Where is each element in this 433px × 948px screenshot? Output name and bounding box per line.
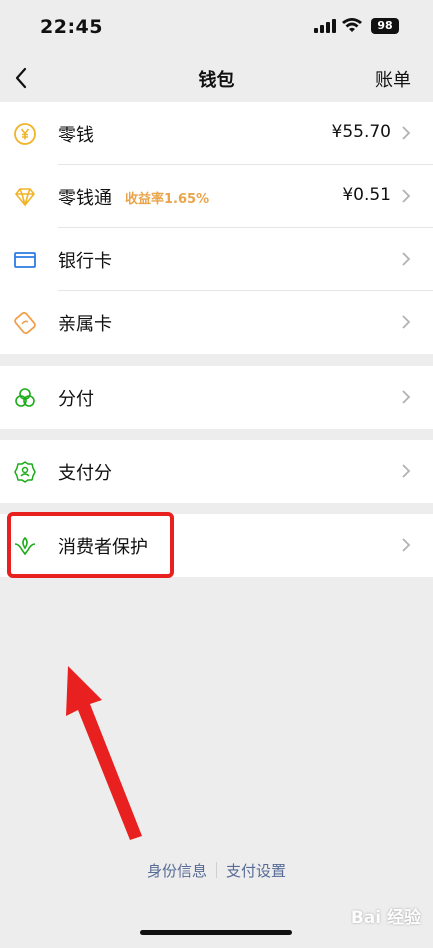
- chevron-right-icon: [402, 390, 411, 404]
- red-arrow-annotation: [66, 666, 142, 840]
- pay-score-group: 支付分: [0, 440, 433, 503]
- wallet-main-group: 零钱 ¥55.70 零钱通 收益率1.65% ¥0.51 银行卡 亲属卡: [0, 102, 433, 354]
- nav-bar: 钱包 账单: [0, 56, 433, 100]
- bank-card-label: 银行卡: [58, 251, 112, 272]
- pay-score-icon: [14, 461, 36, 483]
- chevron-right-icon: [402, 538, 411, 552]
- chevron-right-icon: [402, 464, 411, 478]
- family-card-icon: [14, 311, 36, 335]
- diamond-icon: [15, 188, 35, 206]
- bank-card-icon: [14, 252, 36, 268]
- fenfu-group: 分付: [0, 366, 433, 429]
- chevron-right-icon: [402, 126, 411, 140]
- pay-score-row[interactable]: 支付分: [0, 440, 433, 503]
- fenfu-row[interactable]: 分付: [0, 366, 433, 429]
- footer-links: 身份信息 支付设置: [0, 860, 433, 881]
- family-card-row[interactable]: 亲属卡: [0, 291, 433, 354]
- chevron-right-icon: [402, 189, 411, 203]
- chevron-right-icon: [402, 252, 411, 266]
- lingqiantong-label: 零钱通: [58, 188, 112, 209]
- footer-divider: [216, 862, 217, 878]
- signal-icon: [314, 19, 336, 33]
- battery-icon: 98: [371, 18, 399, 34]
- identity-info-link[interactable]: 身份信息: [147, 860, 207, 881]
- bank-card-row[interactable]: 银行卡: [0, 228, 433, 291]
- wifi-icon: [342, 18, 362, 32]
- watermark: Bai 经验: [350, 908, 421, 928]
- page-title: 钱包: [198, 70, 235, 91]
- fenfu-label: 分付: [58, 389, 94, 410]
- payment-settings-link[interactable]: 支付设置: [226, 860, 286, 881]
- status-time: 22:45: [40, 16, 103, 38]
- chevron-right-icon: [402, 315, 411, 329]
- bill-button[interactable]: 账单: [375, 66, 411, 92]
- change-label: 零钱: [58, 125, 94, 146]
- lingqiantong-balance: ¥0.51: [342, 185, 391, 205]
- yuan-coin-icon: [14, 123, 36, 145]
- yield-rate: 收益率1.65%: [125, 192, 210, 207]
- highlight-annotation-box: [7, 512, 174, 578]
- lingqiantong-row[interactable]: 零钱通 收益率1.65% ¥0.51: [0, 165, 433, 228]
- change-row[interactable]: 零钱 ¥55.70: [0, 102, 433, 165]
- pay-score-label: 支付分: [58, 463, 112, 484]
- home-indicator: [140, 930, 292, 935]
- change-balance: ¥55.70: [331, 122, 391, 142]
- family-card-label: 亲属卡: [58, 314, 112, 335]
- status-bar: 22:45 98: [0, 0, 433, 56]
- fenfu-icon: [15, 388, 35, 407]
